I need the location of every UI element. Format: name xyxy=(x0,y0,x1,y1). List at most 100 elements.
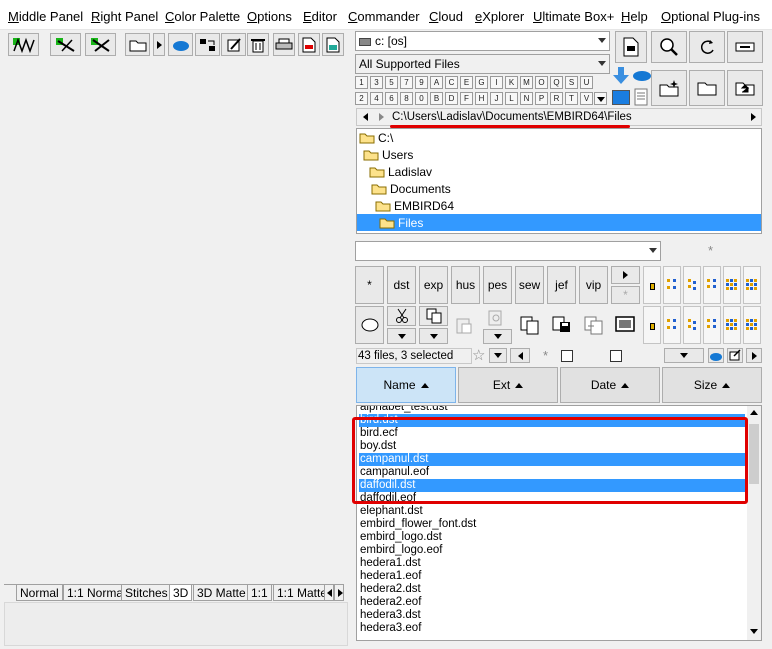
favorite-star-icon[interactable]: ☆ xyxy=(472,346,485,364)
tree-node[interactable]: C:\ xyxy=(359,129,393,146)
file-row[interactable]: hedera1.dst xyxy=(359,557,745,570)
keys-scroll-down[interactable] xyxy=(594,92,607,105)
key-7[interactable]: 7 xyxy=(400,76,413,89)
key-g[interactable]: G xyxy=(475,76,488,89)
folder-button[interactable] xyxy=(689,70,725,106)
save-files-icon[interactable] xyxy=(551,314,573,336)
column-header-name[interactable]: Name xyxy=(356,367,456,403)
file-row[interactable]: elephant.dst xyxy=(359,505,745,518)
tree-node[interactable]: Files xyxy=(357,214,761,231)
key-3[interactable]: 3 xyxy=(370,76,383,89)
export-image-button[interactable] xyxy=(322,33,344,56)
file-row[interactable]: hedera3.eof xyxy=(359,622,745,635)
menu-help[interactable]: Help xyxy=(621,9,648,24)
refresh-button[interactable] xyxy=(689,31,725,63)
file-mask-select[interactable] xyxy=(355,241,661,261)
transfer-button[interactable] xyxy=(195,33,220,56)
lasso-select-button[interactable] xyxy=(355,306,384,344)
download-arrow-icon[interactable] xyxy=(612,66,630,86)
scroll-up-icon[interactable] xyxy=(750,410,758,415)
menu-optional-plugins[interactable]: Optional Plug-ins xyxy=(661,9,760,24)
filter-vip-button[interactable]: vip xyxy=(579,266,608,304)
history-down-button[interactable] xyxy=(489,348,507,363)
view-options-button[interactable] xyxy=(664,348,704,363)
menu-right-panel[interactable]: Right Panel xyxy=(91,9,158,24)
parent-folder-button[interactable] xyxy=(727,70,763,106)
file-row[interactable]: embird_logo.dst xyxy=(359,531,745,544)
cloud-sync-button[interactable] xyxy=(708,348,724,363)
tab-1-1-matte[interactable]: 1:1 Matte xyxy=(273,585,332,601)
open-folder-button[interactable] xyxy=(125,33,150,56)
copy-options-button[interactable] xyxy=(419,328,448,344)
filter-pes-button[interactable]: pes xyxy=(483,266,512,304)
key-q[interactable]: Q xyxy=(550,76,563,89)
menu-cloud[interactable]: Cloud xyxy=(429,9,463,24)
key-v[interactable]: V xyxy=(580,92,593,105)
palette-button[interactable] xyxy=(703,266,721,304)
tab-1-1[interactable]: 1:1 xyxy=(247,585,272,601)
key-p[interactable]: P xyxy=(535,92,548,105)
key-m[interactable]: M xyxy=(520,76,533,89)
key-5[interactable]: 5 xyxy=(385,76,398,89)
palette-button[interactable] xyxy=(743,266,761,304)
file-row[interactable]: hedera2.eof xyxy=(359,596,745,609)
tabs-scroll-right[interactable] xyxy=(334,585,344,601)
palette-button[interactable] xyxy=(663,306,681,344)
search-button[interactable] xyxy=(651,31,687,63)
key-n[interactable]: N xyxy=(520,92,533,105)
file-row[interactable]: hedera1.eof xyxy=(359,570,745,583)
drive-info-button[interactable] xyxy=(727,31,763,63)
key-r[interactable]: R xyxy=(550,92,563,105)
pdf-button[interactable] xyxy=(298,33,320,56)
palette-button[interactable] xyxy=(703,306,721,344)
file-row[interactable]: embird_flower_font.dst xyxy=(359,518,745,531)
filter-next-button[interactable] xyxy=(611,266,640,284)
select-none-checkbox[interactable] xyxy=(610,350,622,362)
tab-1-1-normal[interactable]: 1:1 Normal xyxy=(63,585,130,601)
path-scroll-right-icon[interactable] xyxy=(751,113,756,121)
history-back-button[interactable] xyxy=(510,348,530,363)
tab-3d[interactable]: 3D xyxy=(169,585,193,601)
key-k[interactable]: K xyxy=(505,76,518,89)
cloud-button[interactable] xyxy=(168,33,193,56)
palette-button[interactable] xyxy=(643,306,661,344)
palette-button[interactable] xyxy=(683,266,701,304)
tree-node[interactable]: Documents xyxy=(371,180,451,197)
folder-tree[interactable]: C:\ Users Ladislav Documents EMBIRD64 Files xyxy=(356,128,762,234)
key-4[interactable]: 4 xyxy=(370,92,383,105)
palette-button[interactable] xyxy=(743,306,761,344)
menu-middle-panel[interactable]: Middle Panel xyxy=(8,9,83,24)
onedrive-cloud-icon[interactable] xyxy=(632,68,652,82)
desktop-icon[interactable] xyxy=(612,90,630,105)
cut-options-button[interactable] xyxy=(387,328,416,344)
tree-node[interactable]: EMBIRD64 xyxy=(375,197,454,214)
delete-button[interactable] xyxy=(247,33,269,56)
design-workspace[interactable] xyxy=(4,60,349,580)
column-header-date[interactable]: Date xyxy=(560,367,660,403)
column-header-ext[interactable]: Ext xyxy=(458,367,558,403)
paste-special-icon[interactable] xyxy=(487,308,507,326)
key-b[interactable]: B xyxy=(430,92,443,105)
tab-stitches[interactable]: Stitches xyxy=(121,585,172,601)
key-6[interactable]: 6 xyxy=(385,92,398,105)
filter-sew-button[interactable]: sew xyxy=(515,266,544,304)
filter-hus-button[interactable]: hus xyxy=(451,266,480,304)
stitch-view-button[interactable] xyxy=(8,33,39,56)
select-all-checkbox[interactable] xyxy=(561,350,573,362)
filter-dst-button[interactable]: dst xyxy=(387,266,416,304)
file-row[interactable]: alphabet_test.dst xyxy=(359,406,745,414)
menu-color-palette[interactable]: Color Palette xyxy=(165,9,240,24)
palette-button[interactable] xyxy=(683,306,701,344)
palette-button[interactable] xyxy=(663,266,681,304)
tab-normal[interactable]: Normal xyxy=(16,585,63,601)
path-forward-icon[interactable] xyxy=(379,113,384,121)
scrollbar-thumb[interactable] xyxy=(749,424,759,484)
stitch-cut-button[interactable] xyxy=(50,33,81,56)
key-t[interactable]: T xyxy=(565,92,578,105)
notes-icon[interactable] xyxy=(633,88,649,106)
key-e[interactable]: E xyxy=(460,76,473,89)
key-u[interactable]: U xyxy=(580,76,593,89)
key-o[interactable]: O xyxy=(535,76,548,89)
key-8[interactable]: 8 xyxy=(400,92,413,105)
palette-button[interactable] xyxy=(723,306,741,344)
